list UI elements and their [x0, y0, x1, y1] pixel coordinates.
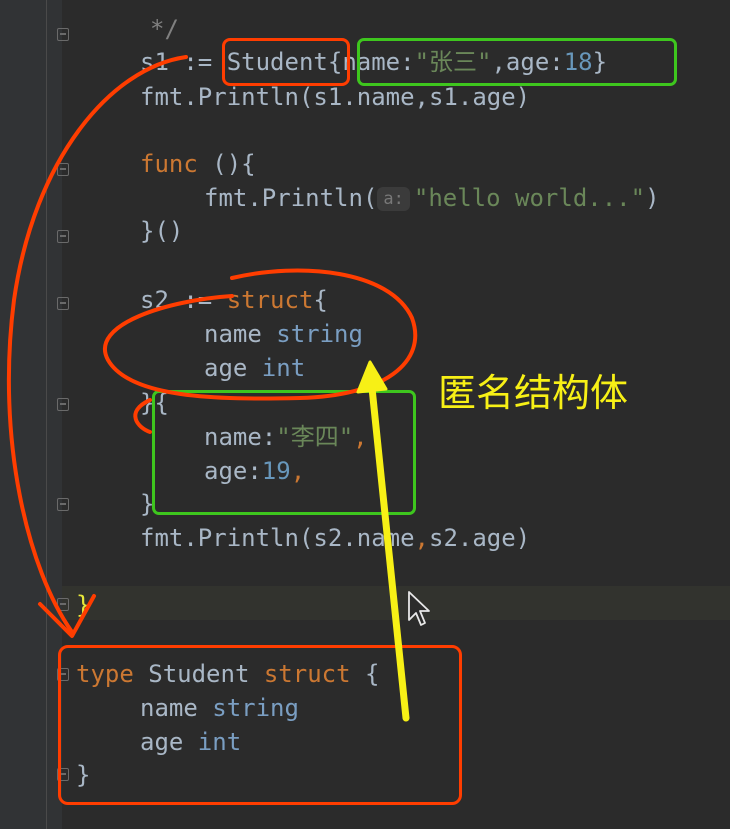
annotation-arrowhead-yellow: [356, 360, 388, 394]
annotation-hook-red: [133, 398, 152, 434]
annotation-arrow-yellow: [368, 384, 410, 722]
annotation-arrowhead-red: [38, 594, 96, 638]
mouse-cursor-icon: [408, 591, 430, 626]
annotation-curve-red: [6, 55, 188, 634]
anonymous-struct-label: 匿名结构体: [438, 371, 629, 415]
